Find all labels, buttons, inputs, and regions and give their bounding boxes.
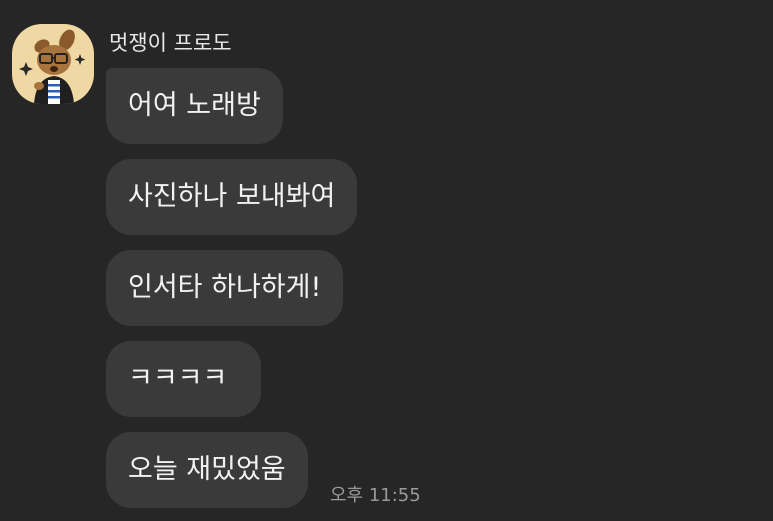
message-timestamp: 오후 11:55 [330, 485, 421, 506]
message-bubble[interactable]: 어여 노래방 [106, 68, 283, 144]
sender-avatar[interactable] [12, 24, 94, 104]
message-bubble[interactable]: 사진하나 보내봐여 [106, 159, 358, 235]
chat-screen: 멋쟁이 프로도 어여 노래방 사진하나 보내봐여 인서타 하나하게! ㅋㅋㅋㅋ … [0, 0, 773, 521]
message-bubble[interactable]: ㅋㅋㅋㅋ [106, 341, 261, 417]
sender-name: 멋쟁이 프로도 [109, 31, 232, 55]
message-bubble[interactable]: 오늘 재밌었움 [106, 432, 308, 508]
frodo-character-icon [19, 29, 86, 104]
message-bubble[interactable]: 인서타 하나하게! [106, 250, 344, 326]
